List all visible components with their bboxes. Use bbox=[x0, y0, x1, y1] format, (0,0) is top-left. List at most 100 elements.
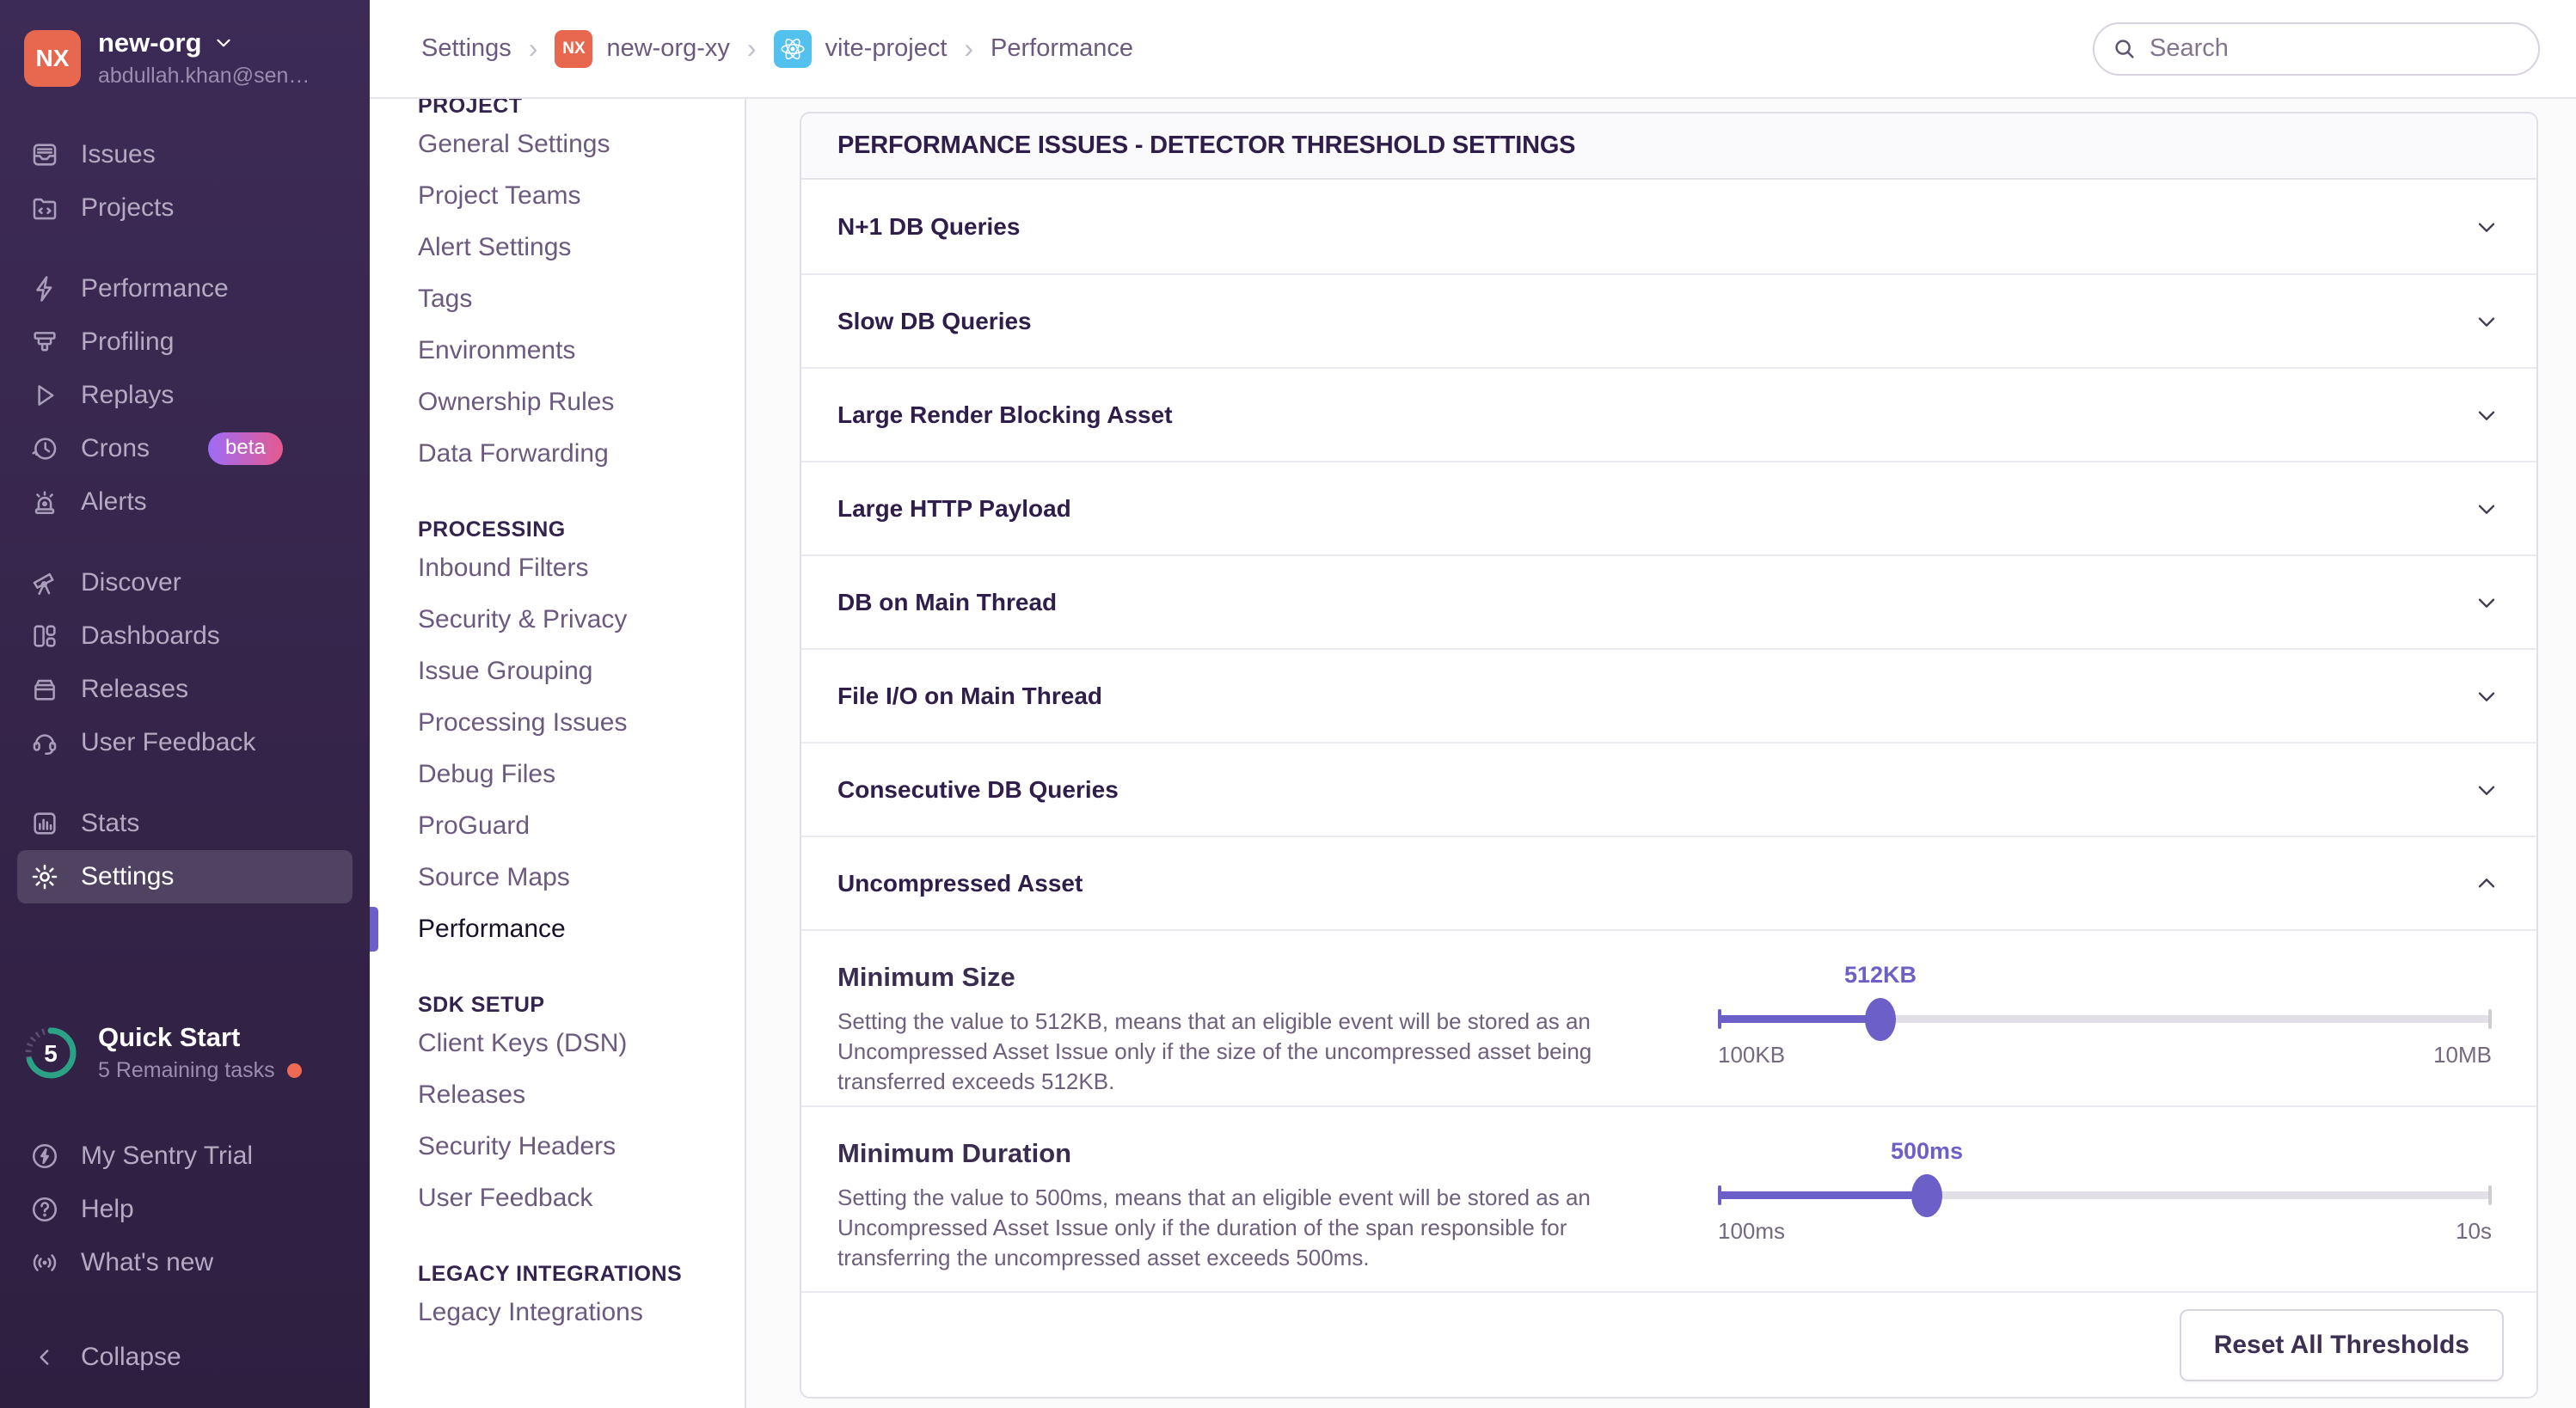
slider-value-label: 512KB bbox=[1844, 962, 1917, 989]
slider-max-tick bbox=[2488, 1009, 2492, 1029]
settings-nav-item-client-keys[interactable]: Client Keys (DSN) bbox=[418, 1018, 745, 1069]
settings-nav-item-data-forwarding[interactable]: Data Forwarding bbox=[418, 428, 745, 480]
settings-nav-item-debug-files[interactable]: Debug Files bbox=[418, 749, 745, 800]
slider-thumb[interactable] bbox=[1911, 1174, 1942, 1217]
quick-start[interactable]: 5 Quick Start 5 Remaining tasks bbox=[17, 1022, 353, 1083]
settings-nav-item-releases[interactable]: Releases bbox=[418, 1069, 745, 1121]
settings-nav-item-environments[interactable]: Environments bbox=[418, 325, 745, 376]
primary-sidebar: NX new-org abdullah.khan@sen… Issues Pro… bbox=[0, 0, 370, 1408]
threshold-minimum-duration: Minimum Duration Setting the value to 50… bbox=[801, 1105, 2536, 1291]
chevron-down-icon bbox=[2473, 776, 2500, 804]
sidebar-item-label: Alerts bbox=[81, 487, 147, 517]
threshold-description: Setting the value to 512KB, means that a… bbox=[837, 1007, 1594, 1097]
org-switcher[interactable]: NX new-org abdullah.khan@sen… bbox=[17, 22, 353, 97]
threshold-description: Setting the value to 500ms, means that a… bbox=[837, 1183, 1594, 1273]
broadcast-icon bbox=[29, 1247, 60, 1278]
sidebar-item-my-sentry-trial[interactable]: My Sentry Trial bbox=[17, 1129, 353, 1183]
reset-all-thresholds-button[interactable]: Reset All Thresholds bbox=[2180, 1309, 2504, 1381]
detector-row-slow-db-queries[interactable]: Slow DB Queries bbox=[801, 273, 2536, 367]
issues-icon bbox=[29, 139, 60, 170]
breadcrumb-project[interactable]: vite-project bbox=[774, 30, 948, 68]
chevron-down-icon bbox=[2473, 495, 2500, 523]
stats-icon bbox=[29, 808, 60, 839]
projects-icon bbox=[29, 193, 60, 223]
settings-nav-section-title: PROJECT bbox=[418, 99, 745, 119]
threshold-label: Minimum Duration bbox=[837, 1138, 1663, 1169]
settings-nav-section-title: SDK SETUP bbox=[418, 993, 745, 1018]
primary-nav: Issues Projects Performance Profiling Re… bbox=[17, 128, 353, 903]
settings-nav-item-performance[interactable]: Performance bbox=[418, 903, 745, 955]
chevron-down-icon bbox=[2473, 308, 2500, 335]
breadcrumb-settings[interactable]: Settings bbox=[421, 34, 512, 63]
sidebar-item-help[interactable]: Help bbox=[17, 1183, 353, 1236]
detector-row-consecutive-db-queries[interactable]: Consecutive DB Queries bbox=[801, 742, 2536, 836]
dashboards-icon bbox=[29, 621, 60, 652]
chevron-left-icon bbox=[29, 1342, 60, 1373]
settings-nav: PROJECT General Settings Project Teams A… bbox=[370, 99, 746, 1408]
settings-nav-item-general-settings[interactable]: General Settings bbox=[418, 119, 745, 170]
sidebar-item-projects[interactable]: Projects bbox=[17, 181, 353, 235]
sidebar-item-whats-new[interactable]: What's new bbox=[17, 1236, 353, 1289]
detector-row-large-http-payload[interactable]: Large HTTP Payload bbox=[801, 461, 2536, 554]
settings-nav-item-processing-issues[interactable]: Processing Issues bbox=[418, 697, 745, 749]
settings-nav-item-security-headers[interactable]: Security Headers bbox=[418, 1121, 745, 1172]
settings-nav-item-legacy-integrations[interactable]: Legacy Integrations bbox=[418, 1287, 745, 1338]
slider-max-label: 10s bbox=[2456, 1218, 2492, 1245]
quick-start-subtitle: 5 Remaining tasks bbox=[98, 1058, 275, 1083]
threshold-label: Minimum Size bbox=[837, 962, 1663, 993]
detector-row-uncompressed-asset[interactable]: Uncompressed Asset bbox=[801, 836, 2536, 929]
sidebar-item-profiling[interactable]: Profiling bbox=[17, 315, 353, 369]
detector-row-file-io-on-main-thread[interactable]: File I/O on Main Thread bbox=[801, 648, 2536, 742]
settings-nav-item-proguard[interactable]: ProGuard bbox=[418, 800, 745, 852]
sidebar-item-performance[interactable]: Performance bbox=[17, 262, 353, 315]
sidebar-item-alerts[interactable]: Alerts bbox=[17, 475, 353, 529]
detector-threshold-panel: PERFORMANCE ISSUES - DETECTOR THRESHOLD … bbox=[800, 112, 2538, 1399]
sidebar-item-replays[interactable]: Replays bbox=[17, 369, 353, 422]
settings-nav-item-issue-grouping[interactable]: Issue Grouping bbox=[418, 646, 745, 697]
sidebar-item-label: Dashboards bbox=[81, 621, 220, 651]
sidebar-item-dashboards[interactable]: Dashboards bbox=[17, 609, 353, 663]
detector-row-n-plus-one-db-queries[interactable]: N+1 DB Queries bbox=[801, 180, 2536, 273]
slider-track[interactable] bbox=[1718, 1191, 2492, 1199]
settings-nav-item-tags[interactable]: Tags bbox=[418, 273, 745, 325]
chevron-up-icon bbox=[2473, 870, 2500, 897]
settings-nav-item-project-teams[interactable]: Project Teams bbox=[418, 170, 745, 222]
chevron-down-icon bbox=[2473, 213, 2500, 241]
collapse-sidebar-button[interactable]: Collapse bbox=[17, 1331, 353, 1384]
quick-start-progress-ring: 5 bbox=[22, 1025, 79, 1081]
chevron-down-icon bbox=[2473, 683, 2500, 710]
sidebar-item-crons[interactable]: Crons beta bbox=[17, 422, 353, 475]
slider-thumb[interactable] bbox=[1865, 998, 1896, 1041]
sidebar-footer: My Sentry Trial Help What's new bbox=[17, 1129, 353, 1289]
settings-nav-item-ownership-rules[interactable]: Ownership Rules bbox=[418, 376, 745, 428]
panel-title: PERFORMANCE ISSUES - DETECTOR THRESHOLD … bbox=[801, 113, 2536, 180]
settings-nav-item-inbound-filters[interactable]: Inbound Filters bbox=[418, 542, 745, 594]
settings-nav-item-alert-settings[interactable]: Alert Settings bbox=[418, 222, 745, 273]
settings-nav-section-title: LEGACY INTEGRATIONS bbox=[418, 1262, 745, 1287]
top-header: Settings › NX new-org-xy › vite-project bbox=[370, 0, 2576, 99]
settings-nav-item-security-privacy[interactable]: Security & Privacy bbox=[418, 594, 745, 646]
chevron-down-icon bbox=[2473, 401, 2500, 429]
performance-icon bbox=[29, 273, 60, 304]
detector-row-db-on-main-thread[interactable]: DB on Main Thread bbox=[801, 554, 2536, 648]
sidebar-item-label: Help bbox=[81, 1195, 134, 1224]
sidebar-item-label: Profiling bbox=[81, 328, 174, 357]
settings-nav-item-source-maps[interactable]: Source Maps bbox=[418, 852, 745, 903]
active-indicator bbox=[370, 907, 378, 952]
quick-start-title: Quick Start bbox=[98, 1022, 302, 1053]
detector-row-large-render-blocking-asset[interactable]: Large Render Blocking Asset bbox=[801, 367, 2536, 461]
slider-track[interactable] bbox=[1718, 1015, 2492, 1023]
sidebar-item-label: Replays bbox=[81, 381, 174, 410]
sidebar-item-issues[interactable]: Issues bbox=[17, 128, 353, 181]
sidebar-item-stats[interactable]: Stats bbox=[17, 797, 353, 850]
settings-nav-item-user-feedback[interactable]: User Feedback bbox=[418, 1172, 745, 1224]
sidebar-item-settings[interactable]: Settings bbox=[17, 850, 353, 903]
beta-badge: beta bbox=[208, 432, 283, 465]
breadcrumb-org[interactable]: NX new-org-xy bbox=[555, 30, 729, 68]
search-input[interactable] bbox=[2093, 22, 2540, 76]
sidebar-item-user-feedback[interactable]: User Feedback bbox=[17, 716, 353, 769]
minimum-size-slider: 512KB 100KB 10MB bbox=[1718, 962, 2492, 1105]
sidebar-item-label: User Feedback bbox=[81, 728, 255, 757]
sidebar-item-discover[interactable]: Discover bbox=[17, 556, 353, 609]
sidebar-item-releases[interactable]: Releases bbox=[17, 663, 353, 716]
